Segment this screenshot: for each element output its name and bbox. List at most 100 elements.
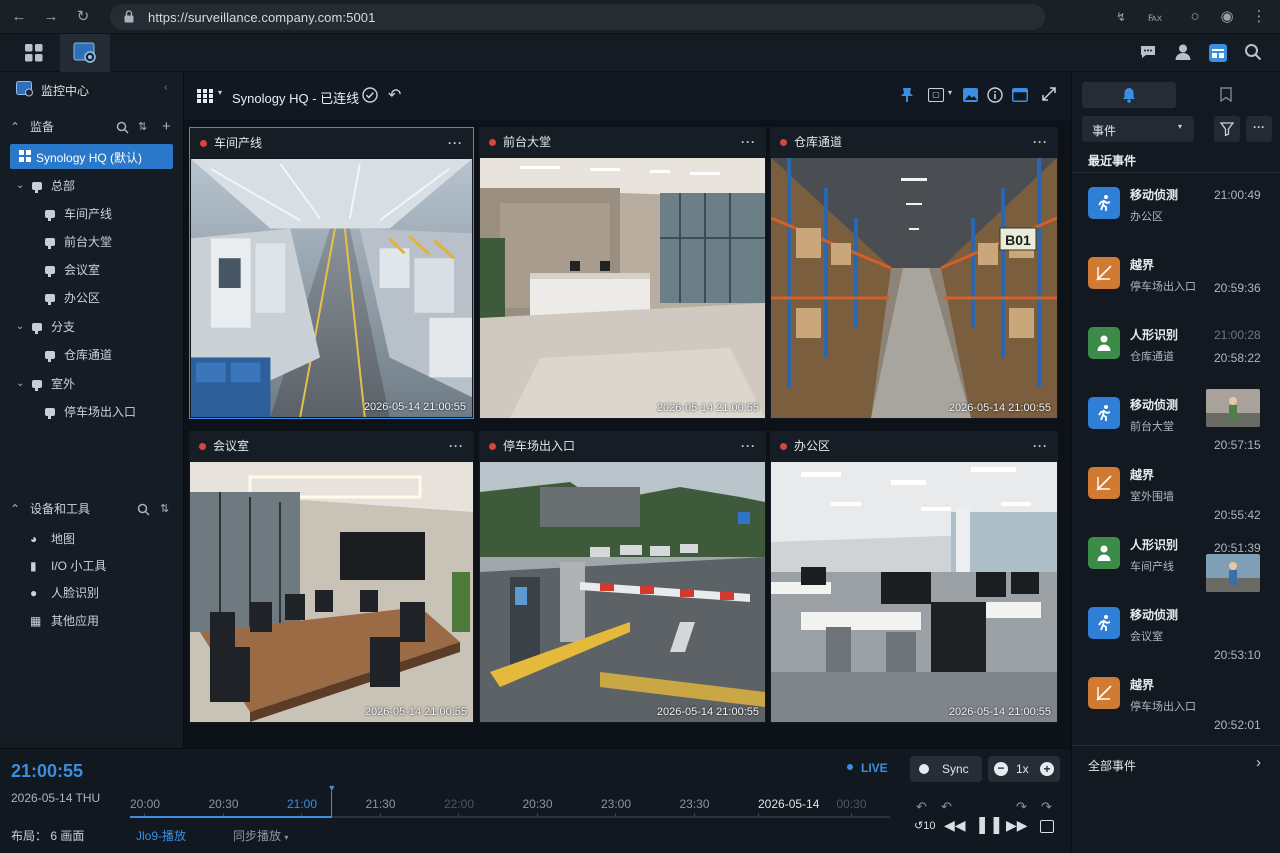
forward-arrow-icon[interactable]: → [42, 8, 60, 26]
circle-icon[interactable]: ○ [1186, 8, 1204, 26]
apps-grid-icon[interactable] [25, 44, 43, 65]
collapse-sidebar-icon[interactable]: ‹ [164, 82, 167, 93]
sync-button[interactable]: Sync [910, 756, 982, 782]
tool-item-face[interactable]: ● 人脸识别 [0, 581, 184, 605]
sort-icon[interactable]: ⇅ [138, 115, 147, 139]
more-options-icon[interactable]: ··· [449, 431, 464, 461]
camera-list-icon[interactable]: ▢ [928, 88, 944, 102]
sync-playback-dropdown[interactable]: 同步播放 ▾ [233, 827, 288, 844]
camera-tile[interactable]: 前台大堂 ··· 2026-05-14 21:00:55 [479, 127, 766, 419]
more-options-icon[interactable]: ··· [1033, 127, 1048, 157]
more-options-icon[interactable]: ··· [741, 127, 756, 157]
camera-item[interactable]: 停车场出入口 [0, 400, 184, 424]
minus-circle-icon[interactable]: − [994, 762, 1008, 776]
fullscreen-icon[interactable] [1042, 87, 1056, 104]
video-feed[interactable]: 2026-05-14 21:00:55 [190, 462, 473, 722]
event-item[interactable]: 移动侦测 会议室 20:53:10 [1072, 593, 1280, 663]
rotate-left-icon[interactable]: ↶ [941, 799, 952, 815]
pause-icon[interactable]: ❚❚ [975, 815, 1004, 835]
group-outdoor[interactable]: ⌄ 室外 [0, 372, 184, 396]
bookmark-star-icon[interactable]: ℻ [1146, 8, 1164, 26]
event-thumbnail[interactable] [1206, 554, 1260, 592]
speed-control[interactable]: − 1x + [988, 756, 1060, 782]
video-feed[interactable]: 2026-05-14 21:00:55 [191, 159, 472, 417]
camera-item[interactable]: 会议室 [0, 258, 184, 282]
event-item[interactable]: 移动侦测 前台大堂 20:57:15 [1072, 383, 1280, 453]
fast-forward-icon[interactable]: ▶▶ [1006, 817, 1028, 834]
extension-icon[interactable]: ↯ [1112, 8, 1130, 26]
more-options-icon[interactable]: ··· [1246, 116, 1272, 142]
camera-tile[interactable]: 会议室 ··· 2026-05-14 21:00:55 [189, 431, 474, 723]
layout-grid-icon[interactable] [197, 89, 213, 106]
live-indicator[interactable]: LIVE [861, 761, 888, 775]
tab-notifications[interactable] [1082, 82, 1176, 108]
video-feed[interactable]: 2026-05-14 21:00:55 [480, 462, 765, 722]
camera-item[interactable]: 车间产线 [0, 202, 184, 226]
address-bar[interactable]: https://surveillance.company.com:5001 [110, 4, 1045, 30]
tools-section-header[interactable]: ⌃ 设备和工具 ⇅ [0, 497, 184, 521]
camera-tile[interactable]: 办公区 ··· 2026-05-14 21:00:55 [770, 431, 1058, 723]
event-item[interactable]: 人形识别 车间产线 20:51:39 [1072, 523, 1280, 593]
more-options-icon[interactable]: ··· [741, 431, 756, 461]
tool-item-map[interactable]: ◕ 地图 [0, 527, 184, 551]
event-thumbnail[interactable] [1206, 389, 1260, 427]
plus-circle-icon[interactable]: + [1040, 762, 1054, 776]
camera-item[interactable]: 办公区 [0, 286, 184, 310]
more-options-icon[interactable]: ··· [448, 128, 463, 158]
surveillance-app-tab[interactable] [60, 34, 110, 72]
calendar-icon[interactable] [1040, 820, 1054, 833]
window-panel-icon[interactable] [1012, 88, 1028, 105]
video-feed[interactable]: 2026-05-14 21:00:55 [771, 462, 1057, 722]
dropdown-caret-icon[interactable]: ▾ [218, 88, 222, 97]
chat-bubble-icon[interactable] [1138, 43, 1158, 63]
camera-item[interactable]: 仓库通道 [0, 343, 184, 367]
search-icon[interactable] [137, 497, 150, 521]
filter-button[interactable] [1214, 116, 1240, 142]
event-item[interactable]: 越界 停车场出入口 20:59:36 [1072, 243, 1280, 313]
timeline-cursor[interactable] [331, 791, 333, 818]
search-icon[interactable] [116, 115, 129, 139]
rotate-left-icon[interactable]: ↶ [916, 799, 927, 815]
event-item[interactable]: 越界 室外围墙 20:55:42 [1072, 453, 1280, 523]
profile-circle-icon[interactable]: ◉ [1218, 8, 1236, 26]
event-filter-dropdown[interactable]: 事件 ▾ [1082, 116, 1194, 142]
camera-tile[interactable]: 仓库通道 ··· B01 2026-05-14 21:00:55 [770, 127, 1058, 419]
rewind-10-icon[interactable]: ↺10 [914, 819, 935, 832]
check-circle-icon[interactable] [362, 87, 378, 106]
cameras-section-header[interactable]: ⌃ 监备 ⇅ + [0, 115, 184, 139]
playback-mode[interactable]: Jlo9-播放 [136, 827, 186, 844]
reload-icon[interactable]: ↻ [74, 8, 92, 26]
group-branch[interactable]: ⌄ 分支 [0, 315, 184, 339]
add-icon[interactable]: + [162, 115, 171, 139]
pin-icon[interactable] [900, 87, 914, 106]
search-icon[interactable] [1243, 43, 1263, 63]
back-arrow-icon[interactable]: ← [10, 8, 28, 26]
tool-item-other[interactable]: ▦ 其他应用 [0, 609, 184, 633]
dropdown-caret-icon[interactable]: ▾ [948, 88, 952, 97]
user-icon[interactable] [1173, 43, 1193, 63]
camera-item[interactable]: 前台大堂 [0, 230, 184, 254]
browser-menu-icon[interactable]: ⋮ [1250, 8, 1268, 26]
info-icon[interactable] [987, 87, 1003, 106]
group-hq[interactable]: ⌄ 总部 [0, 174, 184, 198]
image-snapshot-icon[interactable] [963, 88, 978, 105]
camera-tile[interactable]: 车间产线 ··· 2026-05-14 21:00:55 [189, 127, 474, 419]
event-item[interactable]: 越界 停车场出入口 20:52:01 [1072, 663, 1280, 733]
sort-icon[interactable]: ⇅ [160, 497, 169, 521]
all-events-link[interactable]: 全部事件 › [1072, 750, 1280, 776]
event-item[interactable]: 移动侦测 办公区 21:00:49 [1072, 173, 1280, 243]
video-feed[interactable]: 2026-05-14 21:00:55 [480, 158, 765, 418]
rotate-right-icon[interactable]: ↷ [1016, 799, 1027, 815]
tool-item-io[interactable]: ▮ I/O 小工具 [0, 554, 184, 578]
layout-item-selected[interactable]: Synology HQ (默认) [10, 144, 173, 169]
rewind-icon[interactable]: ◀◀ [944, 817, 966, 834]
widget-icon[interactable] [1208, 43, 1228, 63]
bookmark-icon[interactable] [1220, 87, 1232, 105]
timeline-track[interactable]: ▼ 20:00 20:30 21:00 21:30 22:00 20:30 23:00 23:… [130, 783, 890, 823]
undo-icon[interactable]: ↶ [388, 85, 401, 105]
rotate-right-icon[interactable]: ↷ [1041, 799, 1052, 815]
event-item[interactable]: 人形识别 仓库通道 20:58:22 21:00:28 [1072, 313, 1280, 383]
camera-tile[interactable]: 停车场出入口 ··· 2026-05-14 21:00:55 [479, 431, 766, 723]
more-options-icon[interactable]: ··· [1033, 431, 1048, 461]
video-feed[interactable]: B01 2026-05-14 21:00:55 [771, 158, 1057, 418]
